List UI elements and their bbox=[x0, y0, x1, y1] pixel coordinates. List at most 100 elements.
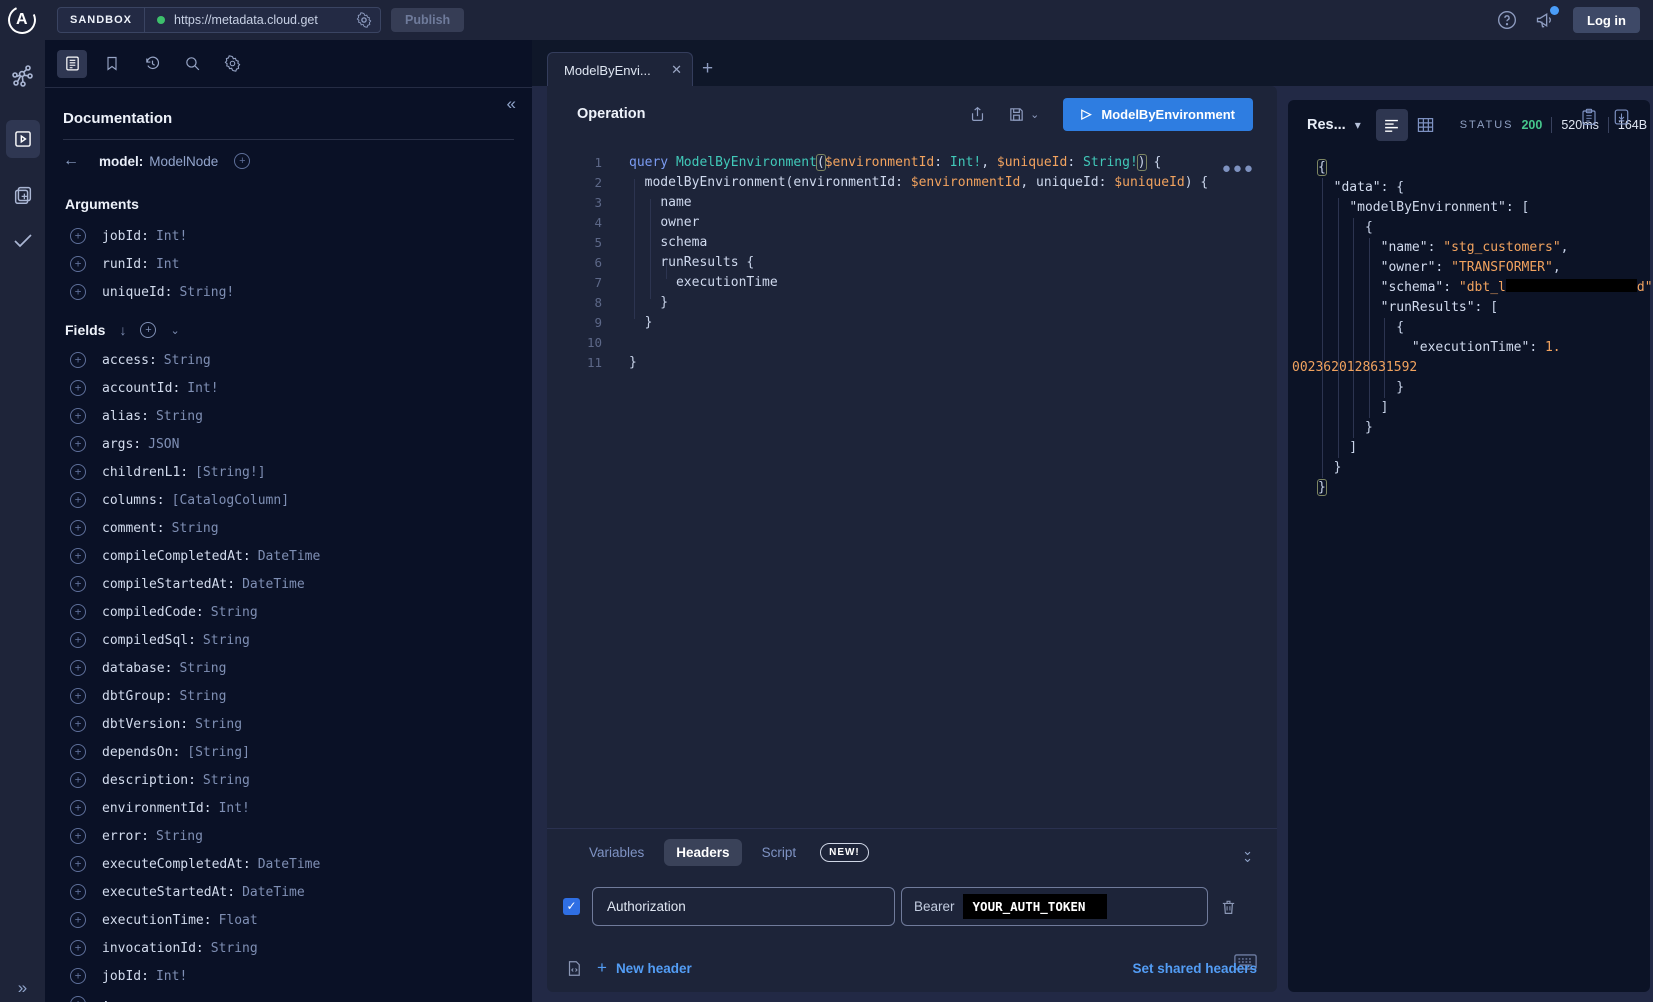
field-type[interactable]: [String!] bbox=[195, 465, 265, 480]
field-type[interactable]: DateTime bbox=[258, 857, 321, 872]
add-to-query-icon[interactable]: + bbox=[70, 800, 86, 816]
download-response-icon[interactable] bbox=[1613, 108, 1630, 126]
add-to-query-icon[interactable]: + bbox=[70, 352, 86, 368]
add-to-query-icon[interactable]: + bbox=[70, 828, 86, 844]
field-type[interactable]: String bbox=[211, 941, 258, 956]
field-name[interactable]: uniqueId: bbox=[102, 285, 172, 300]
response-dropdown-chevron-icon[interactable]: ▾ bbox=[1355, 118, 1361, 132]
add-to-query-icon[interactable]: + bbox=[70, 284, 86, 300]
response-dropdown[interactable]: Res... bbox=[1307, 117, 1346, 133]
field-type[interactable]: String! bbox=[179, 285, 234, 300]
share-icon[interactable] bbox=[969, 105, 986, 123]
save-icon[interactable]: ⌄ bbox=[1008, 106, 1039, 123]
field-type[interactable]: Int! bbox=[187, 381, 218, 396]
field-type[interactable]: DateTime bbox=[242, 577, 305, 592]
add-to-query-icon[interactable]: + bbox=[70, 716, 86, 732]
field-name[interactable]: accountId: bbox=[102, 381, 180, 396]
field-name[interactable]: jobId: bbox=[102, 229, 149, 244]
help-icon[interactable] bbox=[1497, 10, 1517, 30]
field-name[interactable]: dbtGroup: bbox=[102, 689, 172, 704]
set-shared-headers-button[interactable]: Set shared headers bbox=[1132, 961, 1257, 976]
history-icon[interactable] bbox=[137, 50, 167, 78]
field-name[interactable]: invocationId: bbox=[102, 941, 204, 956]
auth-token-value[interactable]: YOUR_AUTH_TOKEN bbox=[963, 894, 1108, 919]
checks-icon[interactable] bbox=[0, 220, 45, 260]
delete-header-icon[interactable] bbox=[1220, 898, 1237, 916]
field-type[interactable]: DateTime bbox=[242, 885, 305, 900]
field-type[interactable]: Int bbox=[156, 257, 179, 272]
add-to-query-icon[interactable]: + bbox=[70, 228, 86, 244]
field-name[interactable]: access: bbox=[102, 353, 157, 368]
field-name[interactable]: args: bbox=[102, 437, 141, 452]
field-type[interactable]: String bbox=[172, 521, 219, 536]
add-to-query-icon[interactable]: + bbox=[70, 744, 86, 760]
field-type[interactable]: Float bbox=[219, 913, 258, 928]
login-button[interactable]: Log in bbox=[1573, 7, 1640, 33]
add-to-query-icon[interactable]: + bbox=[70, 940, 86, 956]
add-to-query-icon[interactable]: + bbox=[70, 856, 86, 872]
add-to-query-icon[interactable]: + bbox=[70, 256, 86, 272]
explorer-settings-icon[interactable] bbox=[217, 50, 247, 78]
publish-button[interactable]: Publish bbox=[391, 8, 464, 32]
add-to-query-icon[interactable]: + bbox=[70, 772, 86, 788]
add-to-query-icon[interactable]: + bbox=[70, 884, 86, 900]
field-type[interactable]: String bbox=[156, 409, 203, 424]
header-value-input[interactable]: Bearer YOUR_AUTH_TOKEN bbox=[901, 887, 1208, 926]
operation-tab[interactable]: ModelByEnvi... ✕ bbox=[547, 52, 693, 87]
field-name[interactable]: compileStartedAt: bbox=[102, 577, 235, 592]
new-header-button[interactable]: + New header bbox=[597, 958, 692, 978]
field-type[interactable]: String bbox=[156, 829, 203, 844]
collapse-panel-icon[interactable]: « bbox=[507, 94, 516, 114]
field-name[interactable]: executeCompletedAt: bbox=[102, 857, 251, 872]
field-name[interactable]: dbtVersion: bbox=[102, 717, 188, 732]
collapse-bottom-panel-icon[interactable]: ⌄⌄ bbox=[1242, 847, 1253, 861]
breadcrumb-type[interactable]: ModelNode bbox=[149, 154, 218, 169]
close-tab-icon[interactable]: ✕ bbox=[671, 62, 682, 78]
add-to-query-icon[interactable]: + bbox=[70, 604, 86, 620]
field-name[interactable]: alias: bbox=[102, 409, 149, 424]
field-type[interactable]: String bbox=[203, 773, 250, 788]
operation-editor[interactable]: 1query ModelByEnvironment($environmentId… bbox=[547, 150, 1277, 814]
field-type[interactable]: String bbox=[203, 633, 250, 648]
field-type[interactable]: String bbox=[195, 717, 242, 732]
table-view-icon[interactable] bbox=[1410, 109, 1442, 141]
add-to-query-icon[interactable]: + bbox=[70, 380, 86, 396]
add-to-query-icon[interactable]: + bbox=[70, 576, 86, 592]
editor-more-menu-icon[interactable]: ●●● bbox=[1222, 160, 1255, 177]
tab-variables[interactable]: Variables bbox=[577, 839, 656, 866]
search-icon[interactable] bbox=[177, 50, 207, 78]
copy-response-icon[interactable] bbox=[1581, 108, 1597, 126]
schema-icon[interactable] bbox=[0, 56, 45, 96]
endpoint-settings-gear-icon[interactable] bbox=[356, 12, 372, 28]
add-to-query-icon[interactable]: + bbox=[70, 464, 86, 480]
field-type[interactable]: String bbox=[164, 353, 211, 368]
bookmarks-icon[interactable] bbox=[97, 50, 127, 78]
endpoint-url-input[interactable]: https://metadata.cloud.get bbox=[174, 13, 354, 27]
field-name[interactable]: executionTime: bbox=[102, 913, 212, 928]
field-type[interactable]: [String] bbox=[187, 745, 250, 760]
announcements-icon[interactable] bbox=[1534, 10, 1556, 30]
field-type[interactable]: Int! bbox=[156, 229, 187, 244]
field-type[interactable]: [CatalogColumn] bbox=[172, 493, 289, 508]
field-name[interactable]: error: bbox=[102, 829, 149, 844]
field-name[interactable]: comment: bbox=[102, 521, 165, 536]
add-to-query-icon[interactable]: + bbox=[70, 548, 86, 564]
field-name[interactable]: compileCompletedAt: bbox=[102, 549, 251, 564]
sort-fields-icon[interactable]: ↓ bbox=[119, 322, 126, 338]
field-name[interactable]: description: bbox=[102, 773, 196, 788]
add-to-query-icon[interactable]: + bbox=[70, 520, 86, 536]
field-type[interactable]: String bbox=[179, 689, 226, 704]
field-type[interactable]: Int! bbox=[219, 801, 250, 816]
field-name[interactable]: runId: bbox=[102, 257, 149, 272]
add-to-query-icon[interactable]: + bbox=[70, 996, 86, 1002]
add-to-query-icon[interactable]: + bbox=[70, 408, 86, 424]
documentation-tab-icon[interactable] bbox=[57, 50, 87, 78]
tab-headers[interactable]: Headers bbox=[664, 839, 741, 866]
field-type[interactable]: JSON bbox=[148, 437, 179, 452]
field-name[interactable]: executeStartedAt: bbox=[102, 885, 235, 900]
save-options-chevron-icon[interactable]: ⌄ bbox=[1030, 108, 1039, 121]
explorer-item[interactable] bbox=[0, 120, 45, 158]
field-name[interactable]: database: bbox=[102, 661, 172, 676]
field-name[interactable]: columns: bbox=[102, 493, 165, 508]
operation-collections-icon[interactable] bbox=[0, 175, 45, 215]
